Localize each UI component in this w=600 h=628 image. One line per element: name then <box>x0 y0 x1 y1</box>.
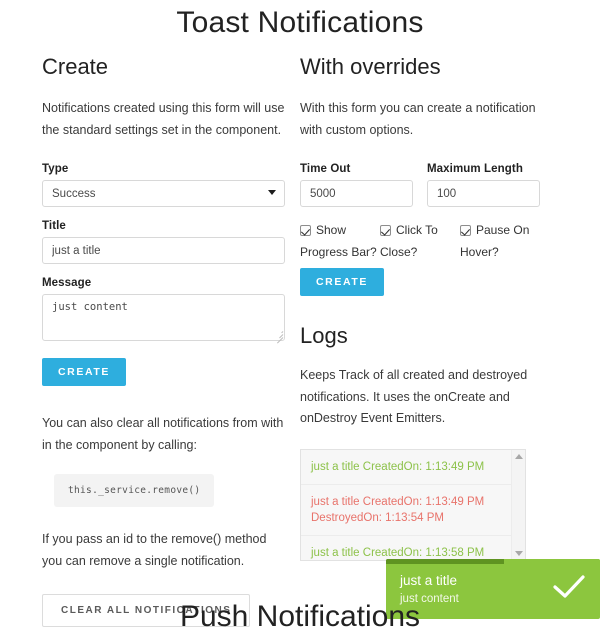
maxlength-field-group: Maximum Length <box>427 163 540 208</box>
logs-panel: just a title CreatedOn: 1:13:49 PM just … <box>300 448 526 561</box>
message-textarea[interactable]: just content <box>42 294 285 342</box>
checkbox-pause-on-hover[interactable]: Pause On Hover? <box>460 223 540 259</box>
checkbox-click-to-close[interactable]: Click To Close? <box>380 223 460 259</box>
code-snippet: this._service.remove() <box>54 474 215 508</box>
message-textarea-wrapper: just content <box>42 294 285 344</box>
log-entry: just a title CreatedOn: 1:13:49 PM Destr… <box>301 485 511 536</box>
remove-note: If you pass an id to the remove() method… <box>42 532 267 568</box>
scroll-down-arrow-icon[interactable] <box>515 550 523 556</box>
toast-title: just a title <box>400 573 458 588</box>
logs-description: Keeps Track of all created and destroyed… <box>300 368 528 426</box>
checkbox-click-to-close-box[interactable] <box>380 224 391 236</box>
clear-note: You can also clear all notifications fro… <box>42 416 284 452</box>
create-button-row: CREATE <box>42 358 285 387</box>
overrides-create-button[interactable]: CREATE <box>300 268 384 297</box>
checkbox-pause-on-hover-label-line2: Hover? <box>460 245 499 260</box>
type-select[interactable] <box>42 180 285 208</box>
page-root: Toast Notifications Create Notifications… <box>0 0 600 628</box>
create-button[interactable]: CREATE <box>42 358 126 387</box>
timeout-input[interactable] <box>300 180 413 208</box>
maxlength-label: Maximum Length <box>427 163 523 176</box>
timeout-field-group: Time Out <box>300 163 413 208</box>
create-heading: Create <box>42 54 109 79</box>
logs-heading: Logs <box>300 323 348 349</box>
type-select-wrapper <box>42 180 285 208</box>
checkbox-click-to-close-label-line2: Close? <box>380 245 418 260</box>
checkbox-progress-bar-label-line2: Progress Bar? <box>300 245 377 260</box>
logs-scrollbar[interactable] <box>511 449 525 560</box>
title-input[interactable] <box>42 237 285 265</box>
message-field-group: Message just content <box>42 277 285 344</box>
logs-list: just a title CreatedOn: 1:13:49 PM just … <box>301 450 511 560</box>
type-label: Type <box>42 163 69 176</box>
message-label: Message <box>42 277 92 290</box>
title-label: Title <box>42 220 66 233</box>
page-title: Toast Notifications <box>176 6 424 39</box>
overrides-fields-row: Time Out Maximum Length <box>300 163 540 218</box>
checkbox-row: Show Progress Bar? Click To Close? Pause… <box>300 223 540 259</box>
title-field-group: Title <box>42 220 285 265</box>
scroll-up-arrow-icon[interactable] <box>515 453 523 459</box>
timeout-label: Time Out <box>300 163 351 176</box>
overrides-column: With overrides With this form you can cr… <box>300 54 540 561</box>
create-description: Notifications created using this form wi… <box>42 101 285 137</box>
checkbox-progress-bar-label-line1: Show <box>316 223 347 238</box>
code-block-row: this._service.remove() <box>54 474 285 508</box>
type-field-group: Type <box>42 163 285 208</box>
checkbox-progress-bar-box[interactable] <box>300 224 311 236</box>
log-entry: just a title CreatedOn: 1:13:49 PM <box>301 450 511 485</box>
checkbox-click-to-close-label-line1: Click To <box>396 223 438 238</box>
checkbox-pause-on-hover-label-line1: Pause On <box>476 223 530 238</box>
maxlength-input[interactable] <box>427 180 540 208</box>
checkbox-progress-bar[interactable]: Show Progress Bar? <box>300 223 380 259</box>
overrides-description: With this form you can create a notifica… <box>300 101 536 137</box>
push-notifications-title: Push Notifications <box>179 600 421 628</box>
overrides-create-button-row: CREATE <box>300 268 540 297</box>
overrides-heading: With overrides <box>300 54 441 79</box>
checkbox-pause-on-hover-box[interactable] <box>460 224 471 236</box>
create-column: Create Notifications created using this … <box>42 54 285 628</box>
log-entry: just a title CreatedOn: 1:13:58 PM <box>301 536 511 560</box>
